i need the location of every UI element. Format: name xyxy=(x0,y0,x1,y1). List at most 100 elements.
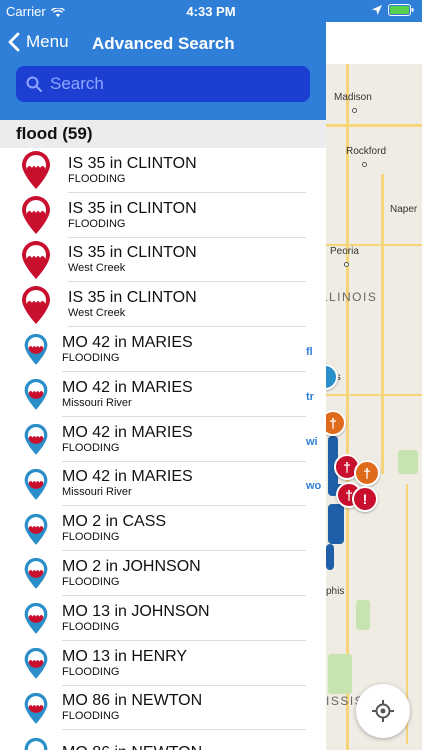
list-item-text: MO 2 in JOHNSON FLOODING xyxy=(62,551,306,596)
list-item-title: MO 13 in HENRY xyxy=(62,647,188,665)
list-item-title: MO 42 in MARIES xyxy=(62,423,193,441)
map-city-peoria: Peoria xyxy=(330,246,359,257)
list-item-subtitle: Missouri River xyxy=(62,486,132,499)
flood-pin-icon xyxy=(14,602,58,635)
list-item-subtitle: FLOODING xyxy=(62,665,120,678)
incident-marker[interactable]: † xyxy=(326,410,346,436)
list-item[interactable]: MO 42 in MARIES Missouri River xyxy=(0,372,326,417)
list-item[interactable]: MO 13 in HENRY FLOODING xyxy=(0,641,326,686)
flood-pin-icon xyxy=(14,423,58,456)
list-item-title: MO 42 in MARIES xyxy=(62,468,193,486)
list-item[interactable]: MO 86 in NEWTON FLOODING xyxy=(0,686,326,731)
results-list[interactable]: flood (59) IS 35 in CLINTON FLOODING IS 35… xyxy=(0,120,326,750)
list-item-title: MO 13 in JOHNSON xyxy=(62,602,210,620)
section-index-item[interactable]: fl xyxy=(306,346,313,358)
flood-route xyxy=(326,544,334,570)
section-index-item[interactable]: tr xyxy=(306,391,314,403)
status-time: 4:33 PM xyxy=(186,4,236,19)
flood-pin-icon xyxy=(14,285,58,325)
incident-marker[interactable]: ! xyxy=(352,486,378,512)
list-item-subtitle: FLOODING xyxy=(62,531,120,544)
map-park xyxy=(398,450,418,474)
flood-pin-icon xyxy=(14,557,58,590)
list-item-text: IS 35 in CLINTON West Creek xyxy=(68,282,306,328)
location-arrow-icon xyxy=(372,5,382,15)
back-label: Menu xyxy=(26,32,69,51)
list-item-title: IS 35 in CLINTON xyxy=(68,289,197,307)
incident-marker[interactable]: † xyxy=(354,460,380,486)
flood-pin-icon xyxy=(14,378,58,411)
map-road xyxy=(326,394,422,396)
list-item[interactable]: IS 35 in CLINTON West Creek xyxy=(0,238,326,283)
section-index-item[interactable]: wi xyxy=(306,436,318,448)
battery-icon xyxy=(388,4,414,16)
list-item-text: MO 42 in MARIES FLOODING xyxy=(62,417,306,462)
map-city-dot xyxy=(344,262,349,267)
list-item-subtitle: FLOODING xyxy=(62,576,120,589)
list-item-title: MO 42 in MARIES xyxy=(62,334,193,352)
list-item[interactable]: MO 86 in NEWTON xyxy=(0,730,326,750)
list-item-text: MO 86 in NEWTON xyxy=(62,730,306,750)
flood-route xyxy=(328,504,344,544)
list-item-subtitle: FLOODING xyxy=(68,217,126,230)
map-park xyxy=(356,600,370,630)
map-road xyxy=(381,174,384,474)
search-bar[interactable] xyxy=(16,66,310,102)
list-item[interactable]: MO 42 in MARIES Missouri River xyxy=(0,462,326,507)
list-item[interactable]: MO 42 in MARIES FLOODING xyxy=(0,417,326,462)
list-item[interactable]: MO 13 in JOHNSON FLOODING xyxy=(0,596,326,641)
list-item[interactable]: IS 35 in CLINTON FLOODING xyxy=(0,148,326,193)
flood-pin-icon xyxy=(14,468,58,501)
flood-pin-icon xyxy=(14,513,58,546)
locate-me-button[interactable] xyxy=(356,684,410,738)
list-item-text: MO 13 in JOHNSON FLOODING xyxy=(62,596,306,641)
nav-bar: Menu Advanced Search xyxy=(0,22,326,120)
list-item-subtitle: FLOODING xyxy=(62,441,120,454)
list-item-title: IS 35 in CLINTON xyxy=(68,154,197,172)
map-state-label: ILLINOIS xyxy=(326,290,378,304)
list-item-text: MO 42 in MARIES FLOODING xyxy=(62,327,306,372)
page-title: Advanced Search xyxy=(92,34,235,53)
flood-pin-icon xyxy=(14,240,58,280)
incident-marker[interactable] xyxy=(326,364,338,390)
map-city-memphis: phis xyxy=(326,586,345,597)
list-item-text: IS 35 in CLINTON FLOODING xyxy=(68,193,306,238)
section-index-item[interactable]: wo xyxy=(306,480,321,492)
list-item-subtitle: West Creek xyxy=(68,307,126,320)
list-item[interactable]: MO 42 in MARIES FLOODING xyxy=(0,327,326,372)
status-right xyxy=(372,4,414,16)
chevron-left-icon xyxy=(8,32,20,52)
list-item[interactable]: MO 2 in JOHNSON FLOODING xyxy=(0,551,326,596)
list-item-subtitle: FLOODING xyxy=(62,620,120,633)
map-city-rockford: Rockford xyxy=(346,146,387,157)
search-input[interactable] xyxy=(50,74,290,94)
list-item[interactable]: MO 2 in CASS FLOODING xyxy=(0,506,326,552)
list-item-title: IS 35 in CLINTON xyxy=(68,199,197,217)
flood-pin-icon xyxy=(14,150,58,190)
back-button[interactable]: Menu xyxy=(8,32,69,52)
map-city-dot xyxy=(352,108,357,113)
list-item-title: MO 86 in NEWTON xyxy=(62,743,306,750)
status-bar: Carrier 4:33 PM xyxy=(0,0,422,22)
map-city-naperville: Naper xyxy=(390,204,418,215)
map-city-madison: Madison xyxy=(334,92,372,103)
map-park xyxy=(328,654,352,694)
list-item-title: IS 35 in CLINTON xyxy=(68,244,197,262)
map-view[interactable]: Madison Rockford Naper Peoria ILLINOIS u… xyxy=(326,64,422,750)
results-rows: IS 35 in CLINTON FLOODING IS 35 in CLINTON… xyxy=(0,148,326,750)
list-item-text: IS 35 in CLINTON West Creek xyxy=(68,238,306,283)
list-item-text: IS 35 in CLINTON FLOODING xyxy=(68,148,306,193)
crosshair-icon xyxy=(372,700,394,722)
list-item[interactable]: IS 35 in CLINTON FLOODING xyxy=(0,193,326,238)
flood-pin-icon xyxy=(14,647,58,680)
map-road xyxy=(346,64,349,750)
list-item-text: MO 2 in CASS FLOODING xyxy=(62,506,306,552)
list-item-text: MO 42 in MARIES Missouri River xyxy=(62,462,306,507)
list-item[interactable]: IS 35 in CLINTON West Creek xyxy=(0,282,326,328)
list-item-subtitle: FLOODING xyxy=(62,710,120,723)
list-item-text: MO 42 in MARIES Missouri River xyxy=(62,372,306,417)
flood-pin-icon xyxy=(14,333,58,366)
section-header: flood (59) xyxy=(0,120,326,148)
flood-pin-icon xyxy=(14,195,58,235)
list-item-subtitle: West Creek xyxy=(68,262,126,275)
